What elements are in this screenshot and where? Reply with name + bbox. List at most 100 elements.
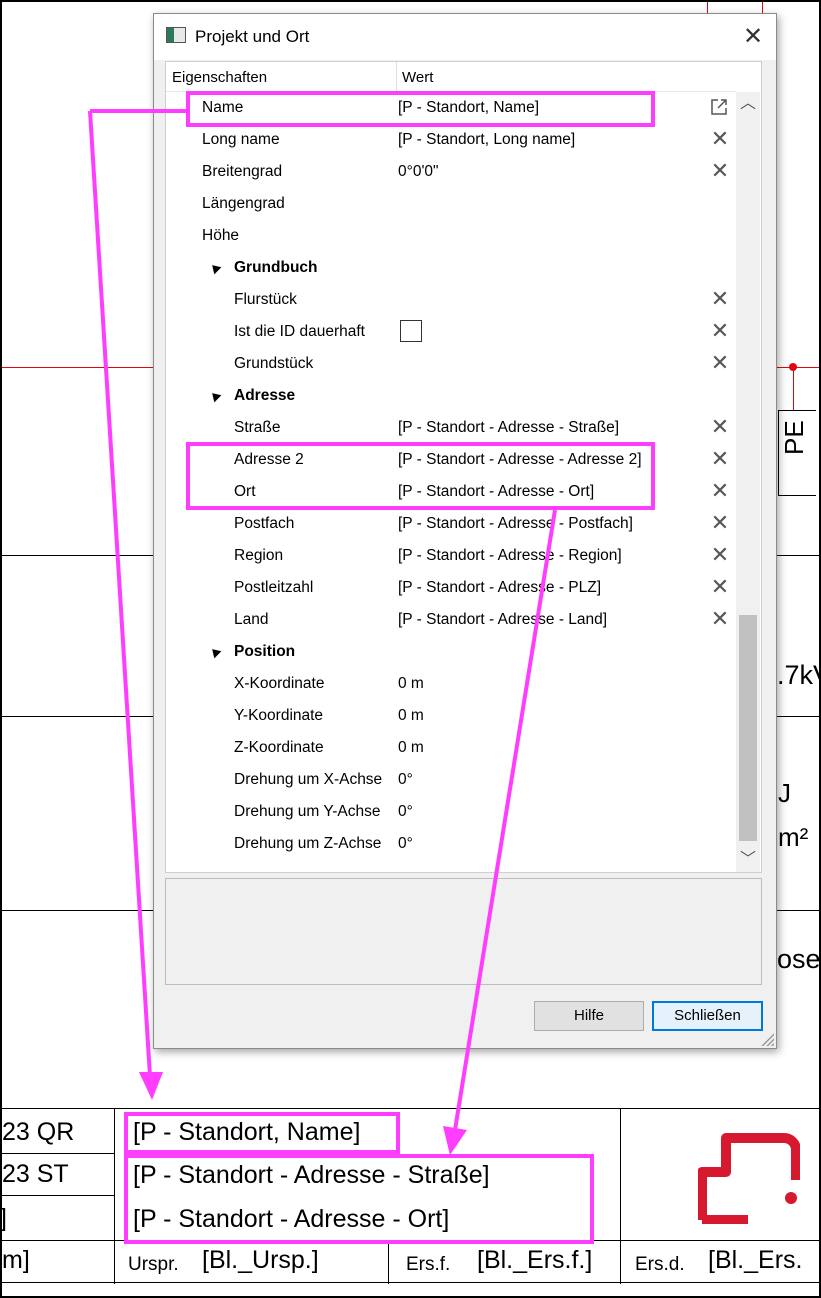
- row-value[interactable]: 0 m: [398, 675, 424, 693]
- title-row-2: 23 ST: [2, 1160, 69, 1188]
- row-value[interactable]: 0°: [398, 771, 413, 789]
- row-flurstueck[interactable]: Flurstück ✕: [166, 284, 736, 316]
- group-label: Position: [234, 643, 296, 660]
- row-long-name[interactable]: Long name [P - Standort, Long name] ✕: [166, 124, 736, 156]
- dialog-titlebar[interactable]: Projekt und Ort ✕: [154, 14, 776, 60]
- row-label: Längengrad: [202, 195, 285, 212]
- column-header-properties[interactable]: Eigenschaften: [172, 69, 267, 86]
- row-grundstueck[interactable]: Grundstück ✕: [166, 348, 736, 380]
- clear-icon[interactable]: ✕: [708, 606, 732, 632]
- ersf-label: Ers.f.: [406, 1254, 451, 1275]
- group-adresse[interactable]: Adresse: [166, 380, 736, 412]
- unit-j: J: [778, 778, 791, 808]
- row-label: Ist die ID dauerhaft: [234, 323, 365, 340]
- collapse-triangle-icon[interactable]: [208, 389, 222, 403]
- description-panel: [165, 878, 762, 985]
- clear-icon[interactable]: ✕: [708, 478, 732, 504]
- row-value[interactable]: [P - Standort - Adresse - Region]: [398, 547, 622, 565]
- collapse-triangle-icon[interactable]: [208, 261, 222, 275]
- row-y-koordinate[interactable]: Y-Koordinate 0 m: [166, 700, 736, 732]
- clear-icon[interactable]: ✕: [708, 158, 732, 184]
- scroll-down-icon[interactable]: ﹀: [736, 848, 760, 872]
- app-icon: [166, 27, 186, 43]
- clear-icon[interactable]: ✕: [708, 510, 732, 536]
- row-id-permanent[interactable]: Ist die ID dauerhaft ✕: [166, 316, 736, 348]
- row-latitude[interactable]: Breitengrad 0°0'0" ✕: [166, 156, 736, 188]
- row-longitude[interactable]: Längengrad: [166, 188, 736, 220]
- column-header-value[interactable]: Wert: [402, 69, 433, 86]
- row-label: Land: [234, 611, 269, 628]
- row-value[interactable]: 0 m: [398, 739, 424, 757]
- row-rotation-x[interactable]: Drehung um X-Achse 0°: [166, 764, 736, 796]
- title-block-col: [620, 1108, 621, 1240]
- row-rotation-z[interactable]: Drehung um Z-Achse 0°: [166, 828, 736, 860]
- clear-icon[interactable]: ✕: [708, 286, 732, 312]
- clear-icon[interactable]: ✕: [708, 318, 732, 344]
- row-value[interactable]: [P - Standort - Adresse - PLZ]: [398, 579, 601, 597]
- row-value[interactable]: [P - Standort - Adresse - Land]: [398, 611, 607, 629]
- row-rotation-y[interactable]: Drehung um Y-Achse 0°: [166, 796, 736, 828]
- clear-icon[interactable]: ✕: [708, 350, 732, 376]
- title-block-top: [2, 1108, 819, 1109]
- scrollbar-thumb[interactable]: [739, 615, 757, 841]
- scroll-up-icon[interactable]: ︿: [736, 92, 760, 116]
- clear-icon[interactable]: ✕: [708, 574, 732, 600]
- row-label: Postfach: [234, 515, 295, 532]
- collapse-triangle-icon[interactable]: [208, 645, 222, 659]
- vertical-scrollbar[interactable]: ︿ ﹀: [736, 92, 760, 872]
- row-label: Höhe: [202, 227, 240, 244]
- group-grundbuch[interactable]: Grundbuch: [166, 252, 736, 284]
- sheet-grid-line: [2, 716, 154, 717]
- resize-grip-icon[interactable]: [760, 1032, 774, 1046]
- dialog-title: Projekt und Ort: [195, 27, 310, 46]
- row-postleitzahl[interactable]: Postleitzahl [P - Standort - Adresse - P…: [166, 572, 736, 604]
- title-block-col: [620, 1240, 621, 1284]
- power-fragment: .7kV: [777, 660, 821, 690]
- highlight-title-address: [124, 1154, 594, 1244]
- clear-icon[interactable]: ✕: [708, 414, 732, 440]
- close-icon[interactable]: ✕: [738, 22, 768, 52]
- wire-drop: [793, 367, 794, 411]
- title-row-1: 23 QR: [2, 1118, 75, 1146]
- row-value[interactable]: 0°: [398, 803, 413, 821]
- sheet-grid-line: [777, 555, 819, 556]
- row-altitude[interactable]: Höhe: [166, 220, 736, 252]
- row-value[interactable]: 0°0'0": [398, 163, 439, 181]
- project-location-dialog: Projekt und Ort ✕ Eigenschaften Wert Nam…: [153, 13, 777, 1049]
- row-label: Y-Koordinate: [234, 707, 324, 724]
- ersd-label: Ers.d.: [635, 1254, 685, 1275]
- grid-header: Eigenschaften Wert: [166, 62, 736, 92]
- row-region[interactable]: Region [P - Standort - Adresse - Region]…: [166, 540, 736, 572]
- external-link-icon[interactable]: [709, 97, 729, 117]
- title-row-4: m]: [2, 1246, 30, 1274]
- title-block-col: [388, 1240, 389, 1284]
- row-label: Long name: [202, 131, 280, 148]
- row-postfach[interactable]: Postfach [P - Standort - Adresse - Postf…: [166, 508, 736, 540]
- row-label: Drehung um Z-Achse: [234, 835, 382, 852]
- row-label: Region: [234, 547, 284, 564]
- highlight-name-row: [186, 91, 655, 127]
- clear-icon[interactable]: ✕: [708, 126, 732, 152]
- column-separator[interactable]: [396, 62, 397, 92]
- row-land[interactable]: Land [P - Standort - Adresse - Land] ✕: [166, 604, 736, 636]
- help-button[interactable]: Hilfe: [534, 1001, 644, 1031]
- row-value[interactable]: 0 m: [398, 707, 424, 725]
- urspr-label: Urspr.: [128, 1254, 179, 1275]
- row-label: Drehung um X-Achse: [234, 771, 383, 788]
- row-label: Drehung um Y-Achse: [234, 803, 381, 820]
- clear-icon[interactable]: ✕: [708, 542, 732, 568]
- id-permanent-checkbox[interactable]: [400, 320, 422, 342]
- row-value[interactable]: [P - Standort - Adresse - Straße]: [398, 419, 619, 437]
- row-z-koordinate[interactable]: Z-Koordinate 0 m: [166, 732, 736, 764]
- sheet-grid-line: [777, 716, 819, 717]
- row-value[interactable]: 0°: [398, 835, 413, 853]
- row-value[interactable]: [P - Standort, Long name]: [398, 131, 575, 149]
- row-value[interactable]: [P - Standort - Adresse - Postfach]: [398, 515, 633, 533]
- close-button[interactable]: Schließen: [652, 1001, 763, 1031]
- row-strasse[interactable]: Straße [P - Standort - Adresse - Straße]…: [166, 412, 736, 444]
- row-x-koordinate[interactable]: X-Koordinate 0 m: [166, 668, 736, 700]
- group-position[interactable]: Position: [166, 636, 736, 668]
- sheet-grid-line: [2, 555, 154, 556]
- sheet-grid-line: [2, 910, 154, 911]
- clear-icon[interactable]: ✕: [708, 446, 732, 472]
